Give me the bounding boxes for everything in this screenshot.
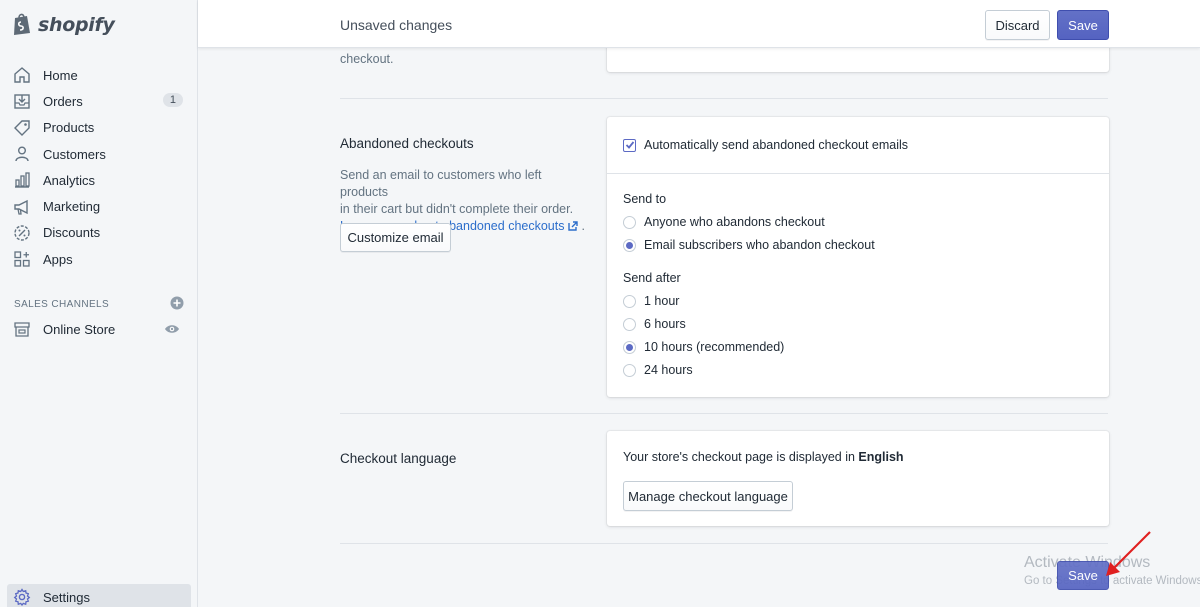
online-store-row[interactable]: Online Store — [0, 316, 198, 342]
sidebar-item-label: Customers — [43, 146, 106, 162]
radio-button[interactable] — [623, 215, 636, 229]
bar-chart-icon — [12, 170, 32, 190]
send-after-option-6-hours[interactable]: 6 hours — [623, 317, 686, 331]
shopify-logo[interactable]: shopify — [12, 10, 115, 40]
section-divider — [340, 543, 1108, 544]
online-store-label: Online Store — [43, 321, 116, 337]
radio-button[interactable] — [623, 317, 636, 331]
sales-channels-header: SALES CHANNELS — [14, 296, 184, 313]
sidebar-item-online-store[interactable]: Online Store — [0, 316, 198, 342]
abandoned-checkouts-heading: Abandoned checkouts — [340, 136, 474, 151]
checkout-language-card: Your store's checkout page is displayed … — [607, 431, 1109, 526]
logo-text: shopify — [38, 14, 115, 36]
settings-label: Settings — [43, 589, 90, 605]
send-to-label: Send to — [623, 192, 667, 206]
send-after-option-1-hour[interactable]: 1 hour — [623, 294, 679, 308]
sidebar-item-label: Home — [43, 67, 78, 83]
checkout-language-description: Your store's checkout page is displayed … — [623, 450, 855, 464]
sidebar-item-label: Orders — [43, 93, 83, 109]
person-icon — [12, 144, 32, 164]
customize-email-button[interactable]: Customize email — [340, 223, 451, 252]
radio-label: 1 hour — [644, 294, 680, 308]
send-after-option-10-hours[interactable]: 10 hours (recommended) — [623, 340, 784, 354]
checkout-language-value: English — [858, 450, 904, 464]
radio-label: 24 hours — [644, 363, 693, 377]
radio-label: Email subscribers who abandon checkout — [644, 238, 875, 252]
unsaved-changes-bar: Unsaved changes Discard Save — [198, 0, 1200, 48]
store-icon — [12, 319, 32, 339]
send-after-option-24-hours[interactable]: 24 hours — [623, 363, 693, 377]
radio-label: 6 hours — [644, 317, 686, 331]
description-line-2: in their cart but didn't complete their … — [340, 202, 574, 216]
sidebar-item-apps[interactable]: Apps — [0, 246, 198, 272]
sidebar-item-marketing[interactable]: Marketing — [0, 193, 198, 219]
shopify-bag-icon — [12, 12, 32, 39]
home-icon — [12, 65, 32, 85]
sidebar-item-customers[interactable]: Customers — [0, 141, 198, 167]
sales-channels-heading: SALES CHANNELS — [14, 299, 110, 310]
tag-icon — [12, 118, 32, 138]
auto-send-checkbox[interactable] — [623, 138, 636, 152]
apps-icon — [12, 249, 32, 269]
sidebar: shopify Home Orders 1 Products Customers… — [0, 0, 198, 607]
checkout-language-heading: Checkout language — [340, 451, 457, 466]
radio-label: Anyone who abandons checkout — [644, 215, 825, 229]
radio-label: 10 hours (recommended) — [644, 340, 785, 354]
learn-more-suffix: . — [581, 219, 585, 233]
send-to-option-subscribers[interactable]: Email subscribers who abandon checkout — [623, 238, 875, 252]
sidebar-item-home[interactable]: Home — [0, 62, 198, 88]
external-link-icon[interactable] — [568, 219, 578, 236]
checkout-language-text: Your store's checkout page is displayed … — [623, 450, 904, 464]
discount-icon — [12, 223, 32, 243]
description-line-1: Send an email to customers who left prod… — [340, 168, 542, 199]
sidebar-item-label: Analytics — [43, 172, 96, 188]
eye-icon[interactable] — [164, 322, 180, 339]
manage-checkout-language-button[interactable]: Manage checkout language — [623, 481, 793, 511]
card-divider — [607, 173, 1109, 174]
sidebar-item-discounts[interactable]: Discounts — [0, 220, 198, 246]
sidebar-item-products[interactable]: Products — [0, 115, 198, 141]
sidebar-item-orders[interactable]: Orders 1 — [0, 88, 198, 114]
abandoned-checkouts-card: Automatically send abandoned checkout em… — [607, 117, 1109, 397]
orders-icon — [12, 91, 32, 111]
add-channel-icon[interactable] — [170, 296, 184, 313]
annotation-arrow-icon — [1106, 531, 1151, 576]
section-divider — [340, 98, 1108, 99]
send-to-option-anyone[interactable]: Anyone who abandons checkout — [623, 215, 825, 229]
send-after-label: Send after — [623, 271, 681, 285]
radio-button[interactable] — [623, 340, 636, 354]
gear-icon — [12, 587, 32, 607]
sidebar-item-settings[interactable]: Settings — [7, 584, 191, 607]
save-button[interactable]: Save — [1057, 10, 1109, 40]
sidebar-item-label: Products — [43, 120, 95, 136]
orders-count-badge: 1 — [162, 93, 183, 108]
sidebar-item-label: Marketing — [43, 199, 101, 215]
main-nav: Home Orders 1 Products Customers Analyti… — [0, 62, 198, 272]
auto-send-label: Automatically send abandoned checkout em… — [644, 138, 909, 152]
discard-button[interactable]: Discard — [985, 10, 1050, 40]
megaphone-icon — [12, 197, 32, 217]
auto-send-row[interactable]: Automatically send abandoned checkout em… — [623, 138, 908, 152]
sidebar-item-analytics[interactable]: Analytics — [0, 167, 198, 193]
radio-button[interactable] — [623, 363, 636, 377]
previous-section-text: checkout. — [340, 52, 394, 66]
radio-button[interactable] — [623, 294, 636, 308]
radio-button[interactable] — [623, 238, 636, 252]
sidebar-item-label: Apps — [43, 251, 73, 267]
section-divider — [340, 413, 1108, 414]
unsaved-changes-title: Unsaved changes — [340, 17, 453, 33]
sidebar-item-label: Discounts — [43, 225, 101, 241]
